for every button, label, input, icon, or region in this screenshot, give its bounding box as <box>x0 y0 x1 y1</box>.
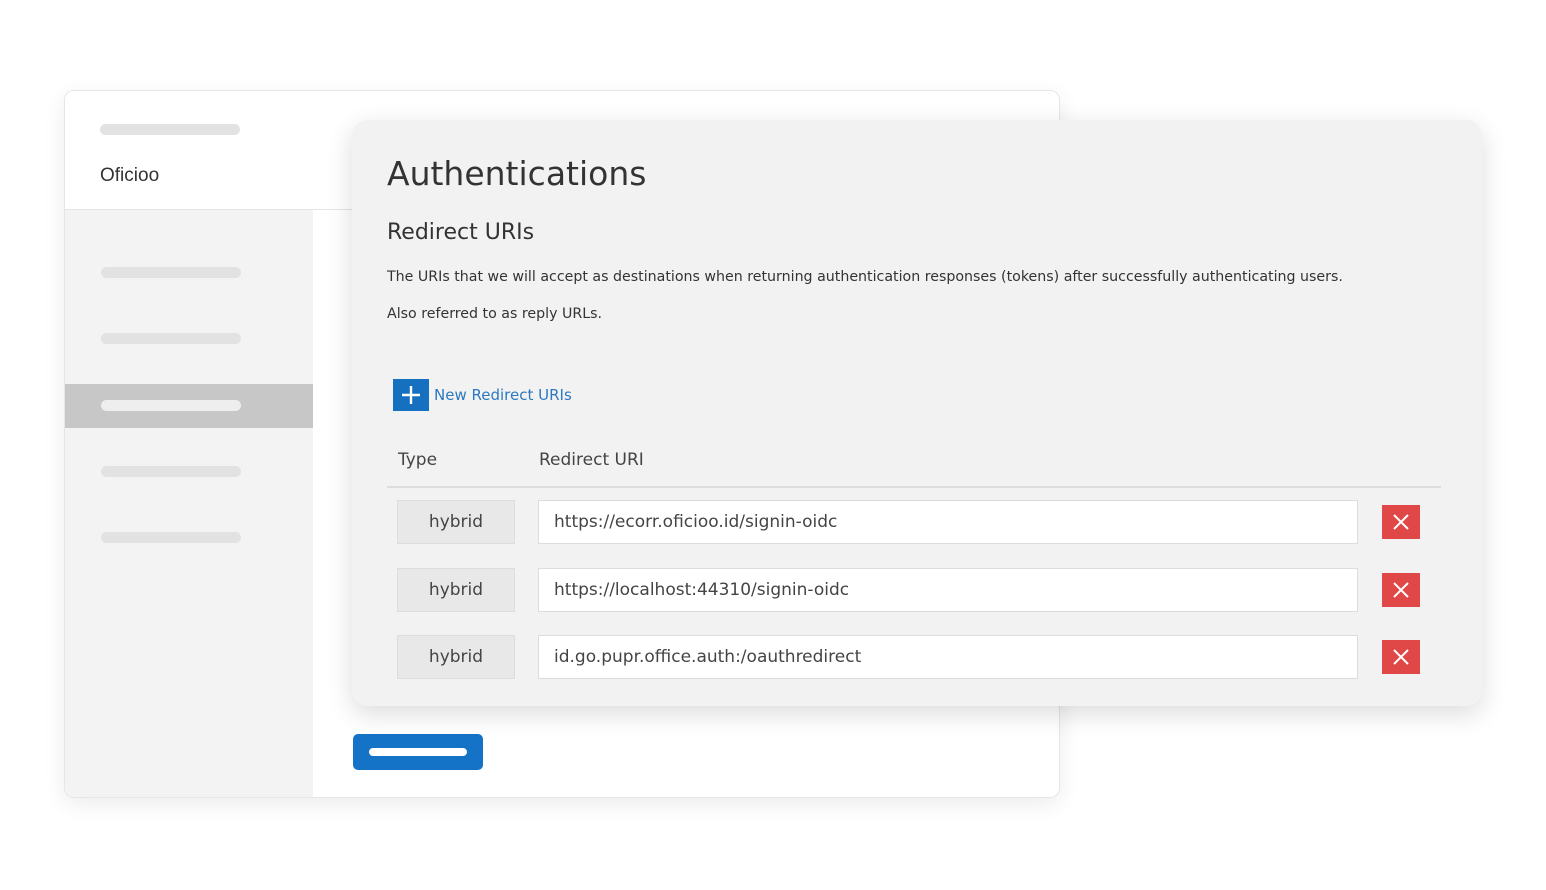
authentications-panel: Authentications Redirect URIs The URIs t… <box>352 120 1482 706</box>
close-icon <box>1393 582 1409 598</box>
redirect-uri-input[interactable] <box>538 500 1358 544</box>
primary-action-button[interactable] <box>353 734 483 770</box>
sidebar-item-selected[interactable] <box>65 384 313 428</box>
sidebar-item-5[interactable] <box>65 516 313 560</box>
type-cell: hybrid <box>397 568 515 612</box>
sidebar-item-placeholder <box>101 267 241 278</box>
sidebar-item-1[interactable] <box>65 251 313 295</box>
sidebar-item-placeholder <box>101 400 241 411</box>
column-header-type: Type <box>398 450 438 470</box>
table-row: hybrid <box>352 500 1482 546</box>
sidebar-item-4[interactable] <box>65 450 313 494</box>
redirect-uri-input[interactable] <box>538 635 1358 679</box>
section-title: Redirect URIs <box>387 220 535 245</box>
redirect-uri-input[interactable] <box>538 568 1358 612</box>
delete-uri-button[interactable] <box>1382 573 1420 607</box>
delete-uri-button[interactable] <box>1382 640 1420 674</box>
type-cell: hybrid <box>397 635 515 679</box>
section-description-note: Also referred to as reply URLs. <box>387 306 603 322</box>
plus-icon <box>393 379 429 411</box>
sidebar-item-placeholder <box>101 333 241 344</box>
page-title: Authentications <box>387 154 647 193</box>
sidebar-item-placeholder <box>101 532 241 543</box>
table-row: hybrid <box>352 635 1482 681</box>
sidebar-item-placeholder <box>101 466 241 477</box>
delete-uri-button[interactable] <box>1382 505 1420 539</box>
column-header-redirect-uri: Redirect URI <box>539 450 644 470</box>
button-label-placeholder <box>369 748 467 756</box>
app-name: Oficioo <box>100 165 160 186</box>
type-cell: hybrid <box>397 500 515 544</box>
table-header-divider <box>387 486 1441 488</box>
new-redirect-uri-button[interactable]: New Redirect URIs <box>393 379 572 411</box>
new-redirect-uri-label: New Redirect URIs <box>434 386 572 404</box>
close-icon <box>1393 514 1409 530</box>
close-icon <box>1393 649 1409 665</box>
section-description: The URIs that we will accept as destinat… <box>387 269 1343 285</box>
sidebar-item-2[interactable] <box>65 317 313 361</box>
table-row: hybrid <box>352 568 1482 614</box>
sidebar <box>65 210 313 797</box>
header-placeholder-bar <box>100 124 240 135</box>
